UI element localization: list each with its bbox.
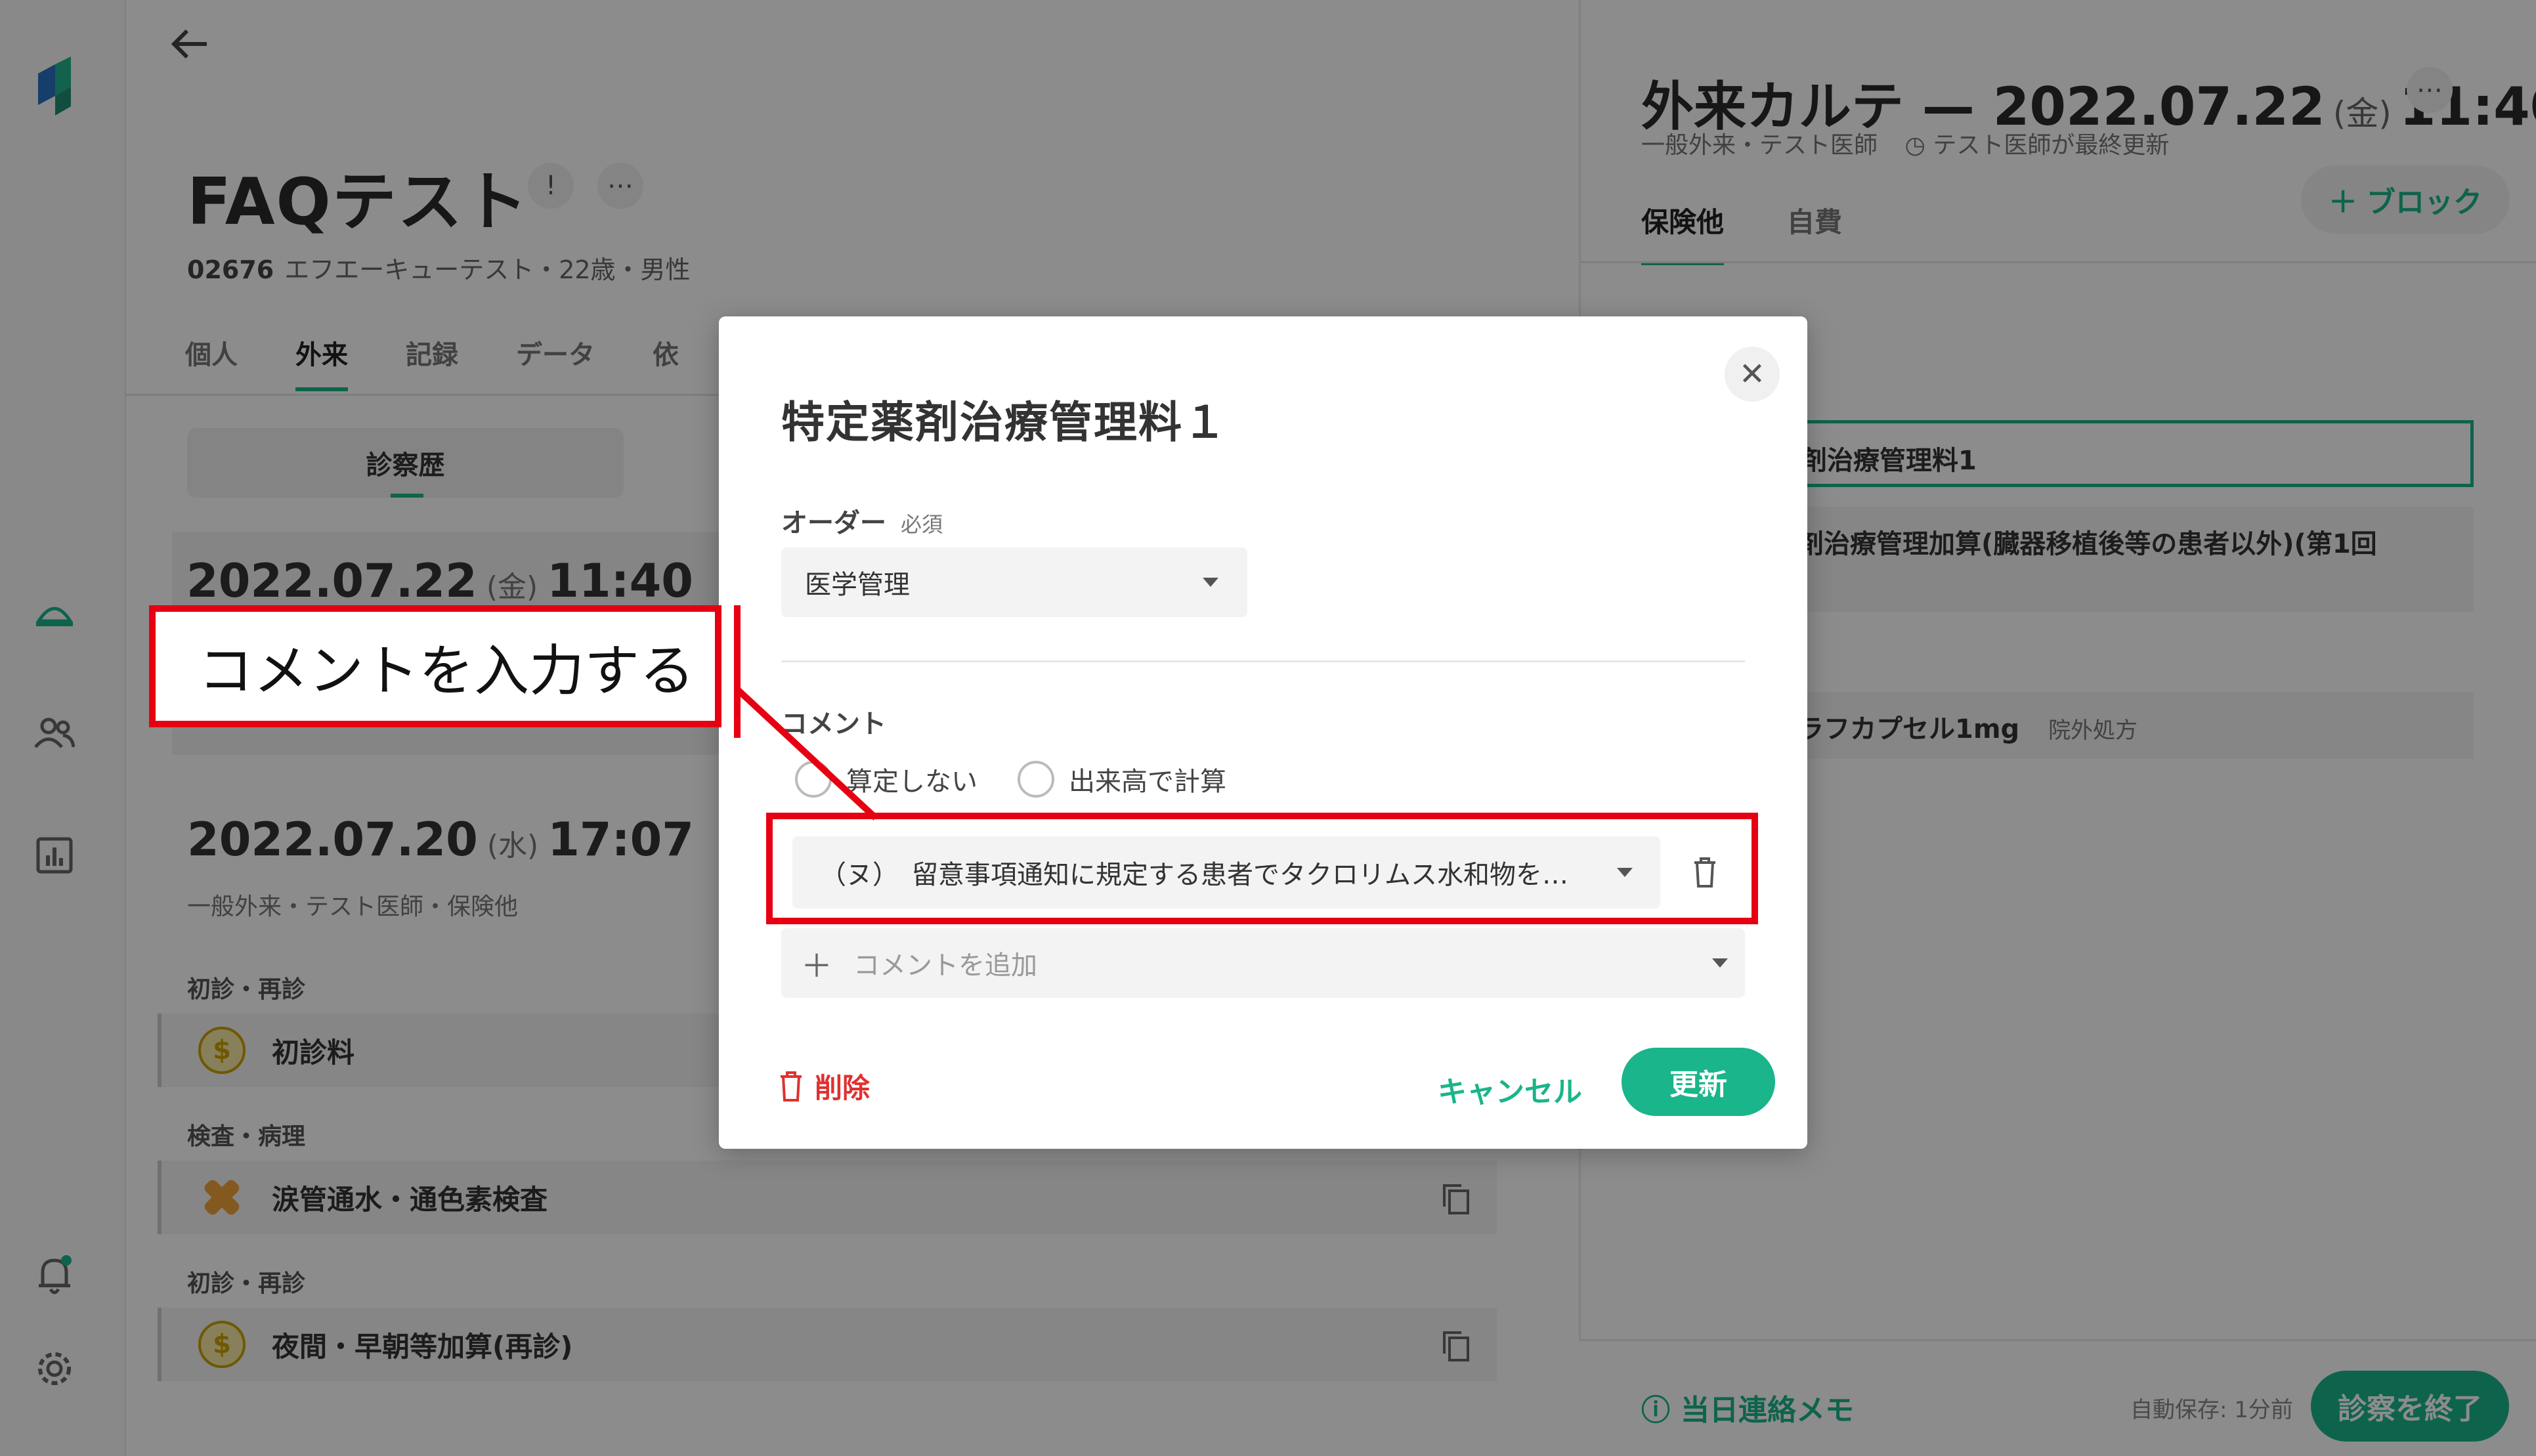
radio-circle <box>1018 761 1054 798</box>
order-field-label: オーダー 必須 <box>781 502 943 540</box>
dialog-divider <box>781 660 1745 662</box>
trash-icon <box>781 1071 802 1102</box>
cancel-button[interactable]: キャンセル <box>1438 1068 1582 1110</box>
close-icon[interactable]: ✕ <box>1725 347 1780 402</box>
comment-highlight-box <box>766 813 1758 924</box>
add-comment-select[interactable]: ＋ コメントを追加 <box>781 928 1745 998</box>
delete-button[interactable]: 削除 <box>779 1066 870 1106</box>
required-tag: 必須 <box>901 512 943 537</box>
screen: FAQテスト ! ⋯ 02676 エフエーキューテスト・22歳・男性 個人 外来 … <box>0 0 2536 1456</box>
add-comment-placeholder: コメントを追加 <box>853 951 1038 981</box>
dialog-title: 特定薬剤治療管理料１ <box>781 397 1228 448</box>
order-label-text: オーダー <box>781 508 886 538</box>
plus-icon: ＋ <box>801 948 833 985</box>
delete-label: 削除 <box>815 1072 870 1104</box>
radio-fee-for-service[interactable]: 出来高で計算 <box>1018 760 1226 798</box>
callout-connector <box>734 605 878 821</box>
chevron-down-icon <box>1203 578 1218 587</box>
radio-fee-for-service-label: 出来高で計算 <box>1069 767 1226 797</box>
instruction-callout: コメントを入力する <box>149 605 721 727</box>
update-button[interactable]: 更新 <box>1622 1048 1775 1116</box>
chevron-down-icon <box>1712 958 1728 968</box>
